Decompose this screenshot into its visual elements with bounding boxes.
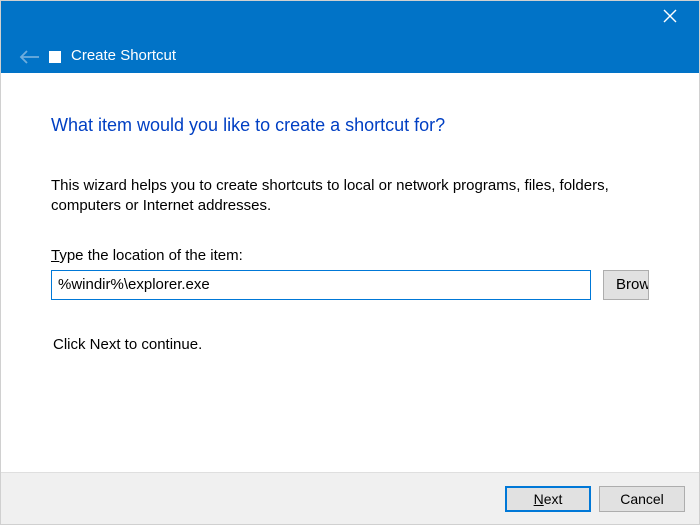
window-title: Create Shortcut <box>71 47 176 64</box>
titlebar: Create Shortcut <box>1 1 699 73</box>
back-button[interactable] <box>19 49 41 65</box>
page-heading: What item would you like to create a sho… <box>51 115 649 136</box>
cancel-button[interactable]: Cancel <box>599 486 685 512</box>
location-row: Browse... <box>51 270 649 300</box>
browse-button[interactable]: Browse... <box>603 270 649 300</box>
close-button[interactable] <box>661 7 679 25</box>
close-icon <box>663 9 677 23</box>
next-button[interactable]: Next <box>505 486 591 512</box>
back-arrow-icon <box>19 49 41 65</box>
wizard-content: What item would you like to create a sho… <box>1 73 699 472</box>
location-input[interactable] <box>51 270 591 300</box>
location-label: Type the location of the item: <box>51 247 649 264</box>
continue-hint: Click Next to continue. <box>53 336 649 353</box>
wizard-footer: Next Cancel <box>1 472 699 524</box>
create-shortcut-wizard: Create Shortcut What item would you like… <box>0 0 700 525</box>
app-icon <box>49 51 61 63</box>
page-description: This wizard helps you to create shortcut… <box>51 176 649 217</box>
